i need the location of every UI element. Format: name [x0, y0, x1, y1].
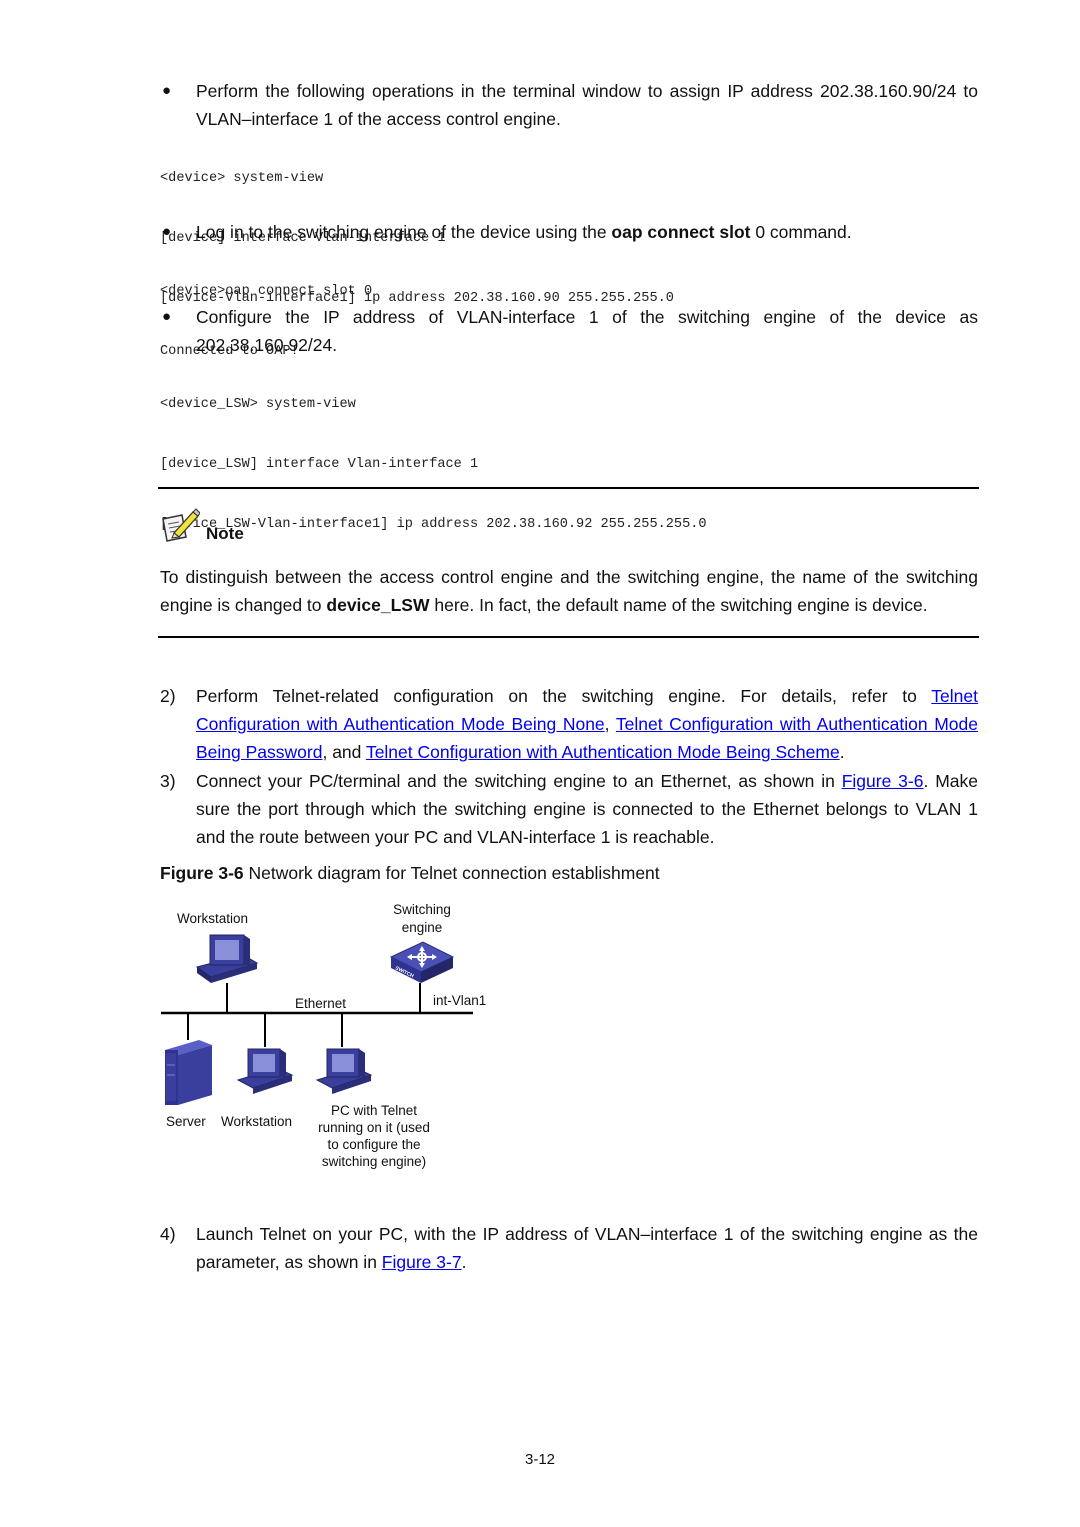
command-name: oap connect slot — [611, 222, 751, 242]
step-4-text: Launch Telnet on your PC, with the IP ad… — [196, 1220, 978, 1276]
label-pc-telnet-3: to configure the — [327, 1137, 421, 1152]
bullet-icon: ● — [162, 308, 172, 325]
bullet-2-text: Log in to the switching engine of the de… — [196, 218, 978, 246]
workstation-top-icon — [195, 934, 259, 983]
text: 0 command. — [750, 222, 852, 242]
text: Connect your PC/terminal and the switchi… — [196, 771, 842, 791]
bullet-1-text: Perform the following operations in the … — [196, 81, 978, 129]
label-int-vlan1: int-Vlan1 — [433, 993, 487, 1008]
label-pc-telnet-1: PC with Telnet — [330, 1103, 418, 1118]
note-bottom-rule — [158, 636, 979, 638]
switch-icon: SWITCH — [389, 941, 455, 983]
network-diagram: SWITCH Workstation Switching engine Ethe… — [155, 895, 500, 1185]
step-number: 2) — [160, 686, 176, 706]
label-pc-telnet-4: switching engine) — [321, 1154, 427, 1169]
code-line: <device_LSW> system-view — [160, 397, 356, 412]
step-2-text: Perform Telnet-related configuration on … — [196, 682, 978, 766]
text: , and — [322, 742, 366, 762]
text: here. In fact, the default name of the s… — [429, 595, 928, 615]
note-text: To distinguish between the access contro… — [160, 563, 978, 619]
label-workstation-bottom: Workstation — [221, 1114, 293, 1129]
code-line: <device> system-view — [160, 171, 324, 186]
workstation-bottom-icon — [236, 1048, 294, 1094]
text: . — [839, 742, 845, 762]
text: Log in to the switching engine of the de… — [196, 222, 612, 242]
page-number: 3-12 — [524, 1451, 556, 1468]
label-switching-engine-1: Switching — [393, 902, 451, 917]
label-ethernet: Ethernet — [295, 996, 347, 1011]
figure-caption: Figure 3-6 Network diagram for Telnet co… — [160, 859, 660, 887]
label-switching-engine-2: engine — [401, 920, 443, 935]
note-title: Note — [206, 524, 244, 543]
figure-number: Figure 3-6 — [160, 863, 244, 883]
label-pc-telnet-2: running on it (used — [318, 1120, 430, 1135]
bullet-3-text: Configure the IP address of VLAN-interfa… — [196, 307, 978, 355]
bullet-icon: ● — [162, 223, 172, 240]
step-3-text: Connect your PC/terminal and the switchi… — [196, 767, 978, 851]
text: Launch Telnet on your PC, with the IP ad… — [196, 1224, 978, 1272]
note-pencil-icon — [160, 507, 201, 543]
link-figure-3-6[interactable]: Figure 3-6 — [842, 771, 924, 791]
figure-title: Network diagram for Telnet connection es… — [243, 863, 660, 883]
device-name: device_LSW — [326, 595, 430, 615]
link-figure-3-7[interactable]: Figure 3-7 — [382, 1252, 462, 1272]
code-line: [device_LSW] interface Vlan-interface 1 — [160, 457, 479, 472]
pc-telnet-icon — [315, 1048, 373, 1094]
note-top-rule — [158, 487, 979, 489]
bullet-icon: ● — [162, 82, 172, 99]
label-workstation-top: Workstation — [177, 911, 249, 926]
server-icon — [165, 1040, 212, 1105]
text: Perform Telnet-related configuration on … — [196, 686, 932, 706]
label-server: Server — [166, 1114, 206, 1129]
step-number: 4) — [160, 1224, 176, 1244]
text: , — [604, 714, 616, 734]
link-telnet-auth-scheme[interactable]: Telnet Configuration with Authentication… — [366, 742, 840, 762]
text: . — [461, 1252, 467, 1272]
step-number: 3) — [160, 771, 176, 791]
